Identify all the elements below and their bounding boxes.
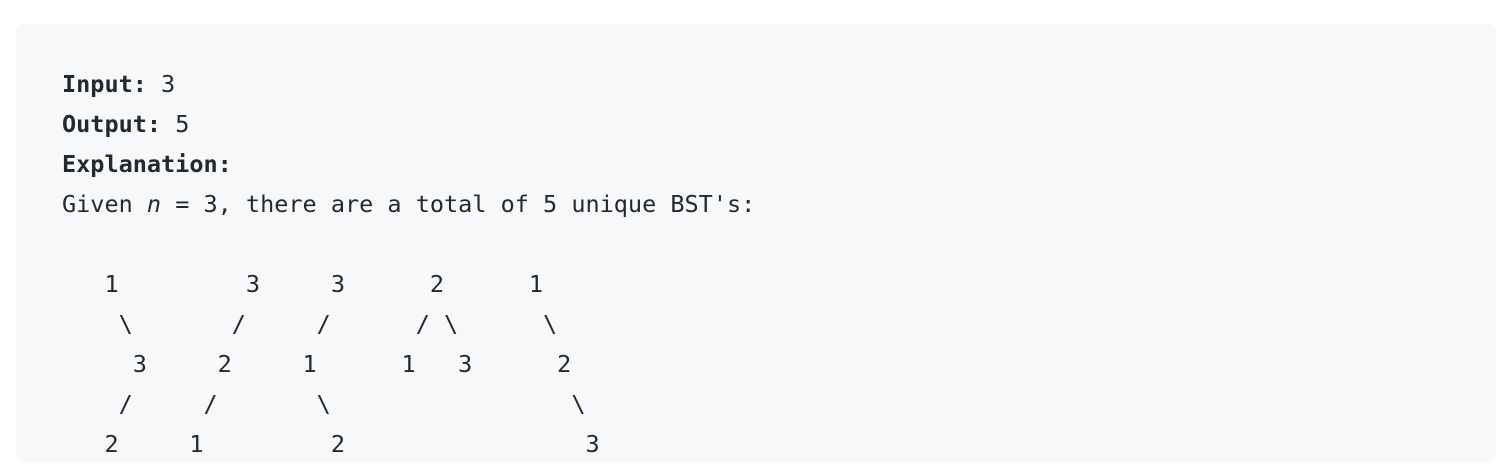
example-code-block: Input: 3 Output: 5 Explanation: Given n … (16, 24, 1496, 462)
explanation-label: Explanation: (62, 150, 232, 178)
tree-line: \ / / / \ \ (62, 310, 558, 338)
given-suffix: = 3, there are a total of 5 unique BST's… (161, 190, 756, 218)
output-line: Output: 5 (62, 104, 1496, 144)
tree-line: / / \ \ (62, 390, 586, 418)
explanation-line: Explanation: (62, 144, 1496, 184)
output-value: 5 (161, 110, 190, 138)
given-prefix: Given (62, 190, 147, 218)
tree-line: 2 1 2 3 (62, 430, 600, 458)
tree-line: 1 3 3 2 1 (62, 270, 544, 298)
input-label: Input: (62, 70, 147, 98)
tree-line (62, 224, 1496, 264)
input-line: Input: 3 (62, 64, 1496, 104)
output-label: Output: (62, 110, 162, 138)
input-value: 3 (146, 70, 176, 98)
given-line: Given n = 3, there are a total of 5 uniq… (62, 184, 1496, 224)
given-variable: n (146, 190, 162, 218)
tree-line: 3 2 1 1 3 2 (62, 350, 572, 378)
